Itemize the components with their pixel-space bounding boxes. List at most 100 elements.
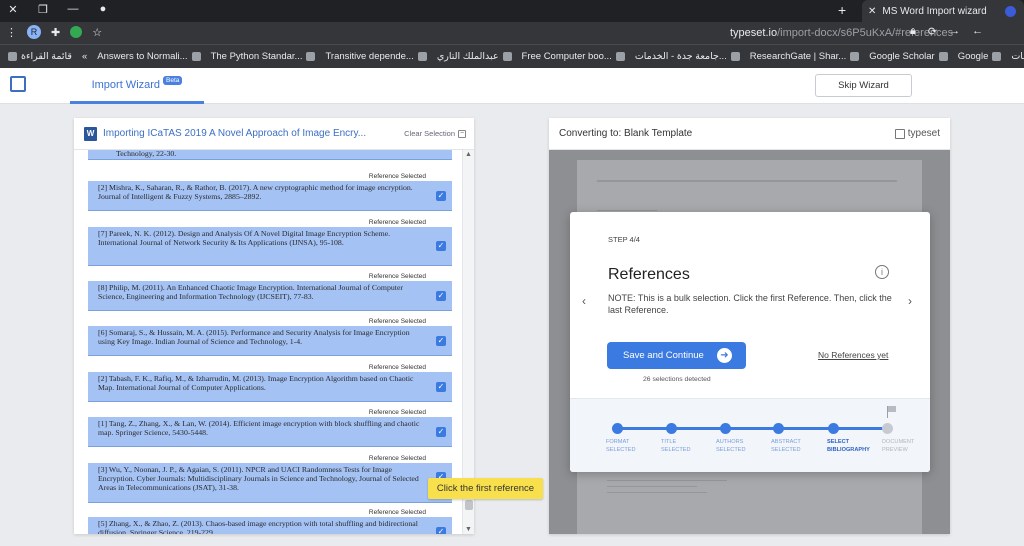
reference-selected-label: Reference Selected bbox=[368, 273, 426, 280]
scroll-up-icon[interactable]: ▲ bbox=[465, 151, 472, 158]
arrow-right-icon: ➜ bbox=[717, 348, 732, 363]
progress-step-dot bbox=[882, 423, 893, 434]
dialog-title: References bbox=[608, 266, 690, 283]
document-panel: W Importing ICaTAS 2019 A Novel Approach… bbox=[74, 118, 474, 534]
restore-icon[interactable]: ❐ bbox=[36, 3, 50, 16]
bookmark-item[interactable]: Transitive depende... bbox=[325, 51, 427, 62]
step-label-line: SELECTED bbox=[716, 446, 746, 453]
bookmark-icon bbox=[850, 52, 860, 61]
url-domain: typeset.io bbox=[730, 27, 778, 39]
close-icon[interactable]: ✕ bbox=[6, 3, 20, 16]
save-and-continue-button[interactable]: Save and Continue ➜ bbox=[607, 342, 746, 369]
reference-text: [5] Zhang, X., & Zhao, Z. (2013). Chaos-… bbox=[98, 519, 418, 534]
bookmark-item[interactable]: عبدالملك التاري bbox=[437, 51, 512, 62]
reference-item[interactable]: [5] Zhang, X., & Zhao, Z. (2013). Chaos-… bbox=[88, 517, 452, 534]
page-text-line bbox=[597, 210, 657, 211]
lock-icon[interactable]: 🔒︎ bbox=[910, 25, 916, 38]
bookmark-icon bbox=[730, 52, 740, 61]
extension-green-icon[interactable] bbox=[70, 26, 83, 38]
selections-detected-text: 26 selections detected bbox=[643, 376, 711, 383]
app-header: Import Wizard Beta Skip Wizard bbox=[0, 68, 1024, 104]
info-icon[interactable]: i bbox=[875, 265, 889, 279]
step-label-line: PREVIEW bbox=[882, 446, 908, 453]
step-indicator: STEP 4/4 bbox=[608, 235, 640, 244]
forward-icon[interactable]: → bbox=[949, 25, 960, 38]
bookmark-icon bbox=[306, 52, 316, 61]
progress-step-dot[interactable] bbox=[828, 423, 839, 434]
bookmark-icon bbox=[191, 52, 201, 61]
flag-cloth bbox=[888, 406, 896, 412]
typeset-brand: typeset bbox=[894, 128, 940, 139]
reference-text: [2] Mishra, K., Saharan, R., & Rathor, B… bbox=[98, 183, 413, 201]
reference-item[interactable]: [2] Mishra, K., Saharan, R., & Rathor, B… bbox=[88, 181, 452, 211]
progress-step-label: DOCUMENT PREVIEW bbox=[882, 439, 928, 455]
checkbox-checked-icon[interactable]: ✓ bbox=[436, 381, 446, 392]
toolbar-right: 🔒︎ ⟳ → ← bbox=[910, 25, 983, 38]
bookmark-label: جامعة جدة - الخدمات... bbox=[634, 51, 727, 62]
checkbox-checked-icon[interactable]: ✓ bbox=[436, 426, 446, 437]
bookmark-item[interactable]: ResearchGate | Shar... bbox=[750, 51, 860, 62]
clear-selection-label: Clear Selection bbox=[404, 129, 455, 138]
bookmark-item[interactable]: Google Scholar bbox=[869, 51, 948, 62]
progress-step-dot[interactable] bbox=[666, 423, 677, 434]
bookmark-item[interactable]: Google bbox=[958, 51, 1002, 62]
checkbox-checked-icon[interactable]: ✓ bbox=[436, 241, 446, 251]
progress-step-dot[interactable] bbox=[773, 423, 784, 434]
reference-item[interactable]: [1] Tang, Z., Zhang, X., & Lan, W. (2014… bbox=[88, 417, 452, 447]
progress-step-label: FORMAT SELECTED bbox=[606, 439, 662, 455]
new-tab-icon[interactable]: + bbox=[838, 2, 846, 18]
scrollbar-thumb[interactable] bbox=[465, 500, 473, 510]
preview-panel-header: Converting to: Blank Template typeset bbox=[549, 118, 950, 150]
bookmark-item[interactable]: Free Computer boo... bbox=[522, 51, 625, 62]
reference-text: [3] Wu, Y., Noonan, J. P., & Agaian, S. … bbox=[98, 465, 419, 492]
clear-selection-button[interactable]: Clear Selection − bbox=[404, 129, 466, 138]
back-icon[interactable]: ← bbox=[972, 25, 983, 38]
bookmark-item[interactable]: The Python Standar... bbox=[211, 51, 316, 62]
bookmark-item[interactable]: جامعة جدة - الخدمات... bbox=[635, 51, 740, 62]
bookmark-item[interactable]: التطبيقات bbox=[1011, 51, 1024, 62]
reading-list-label: قائمة القراءة bbox=[21, 51, 72, 62]
browser-tab-active[interactable]: ✕ MS Word Import wizard bbox=[862, 0, 1024, 22]
minus-square-icon: − bbox=[458, 129, 466, 138]
reload-icon[interactable]: ⟳ bbox=[928, 25, 937, 38]
chevron-left-icon[interactable]: ‹ bbox=[582, 294, 586, 308]
reference-item[interactable]: [8] Philip, M. (2011). An Enhanced Chaot… bbox=[88, 281, 452, 311]
menu-icon[interactable]: ⋮ bbox=[6, 26, 17, 39]
progress-step-dot[interactable] bbox=[720, 423, 731, 434]
no-references-link[interactable]: No References yet bbox=[818, 350, 888, 360]
tab-import-wizard-label: Import Wizard bbox=[91, 78, 161, 91]
tab-import-wizard[interactable]: Import Wizard Beta bbox=[70, 68, 204, 104]
progress-step-dot[interactable] bbox=[612, 423, 623, 434]
minimize-icon[interactable]: — bbox=[66, 3, 80, 16]
step-label-line: SELECTED bbox=[771, 446, 801, 453]
step-label-line: ABSTRACT bbox=[771, 439, 801, 445]
scrollbar[interactable]: ▲ ▼ bbox=[462, 150, 474, 534]
typeset-logo-icon[interactable] bbox=[10, 76, 26, 92]
bookmark-label: The Python Standar... bbox=[210, 51, 303, 62]
profile-avatar[interactable]: R bbox=[27, 25, 41, 39]
reference-item[interactable]: [6] Somaraj, S., & Hussain, M. A. (2015)… bbox=[88, 326, 452, 356]
checkbox-checked-icon[interactable]: ✓ bbox=[436, 335, 446, 346]
tab-title: MS Word Import wizard bbox=[882, 5, 987, 17]
reference-item[interactable]: [2] Tabash, F. K., Rafiq, M., & Izharrud… bbox=[88, 372, 452, 402]
bookmark-item[interactable]: Answers to Normali... bbox=[97, 51, 201, 62]
checkbox-checked-icon[interactable]: ✓ bbox=[436, 290, 446, 301]
reference-item[interactable]: [7] Pareek, N. K. (2012). Design and Ana… bbox=[88, 227, 452, 266]
browser-tab-strip: ✕ ❐ — ● + ✕ MS Word Import wizard bbox=[0, 0, 1024, 22]
extensions-icon[interactable]: ✚ bbox=[51, 26, 60, 39]
checkbox-checked-icon[interactable]: ✓ bbox=[436, 527, 446, 534]
chevron-right-icon[interactable]: › bbox=[908, 294, 912, 308]
reference-item[interactable]: Technology, 22-30. bbox=[88, 150, 452, 160]
scroll-down-icon[interactable]: ▼ bbox=[465, 526, 472, 533]
checkbox-checked-icon[interactable]: ✓ bbox=[436, 190, 446, 201]
bookmark-label: Transitive depende... bbox=[325, 51, 414, 62]
record-icon[interactable]: ● bbox=[96, 3, 110, 16]
reading-list[interactable]: قائمة القراءة bbox=[8, 51, 72, 62]
reference-item[interactable]: [3] Wu, Y., Noonan, J. P., & Agaian, S. … bbox=[88, 463, 452, 503]
document-panel-header: W Importing ICaTAS 2019 A Novel Approach… bbox=[74, 118, 474, 150]
hint-tooltip: Click the first reference bbox=[428, 478, 543, 499]
skip-wizard-button[interactable]: Skip Wizard bbox=[815, 74, 912, 97]
bookmarks-overflow-icon[interactable]: « bbox=[82, 51, 87, 62]
tab-close-icon[interactable]: ✕ bbox=[868, 6, 876, 17]
bookmark-star-icon[interactable]: ☆ bbox=[92, 26, 102, 39]
